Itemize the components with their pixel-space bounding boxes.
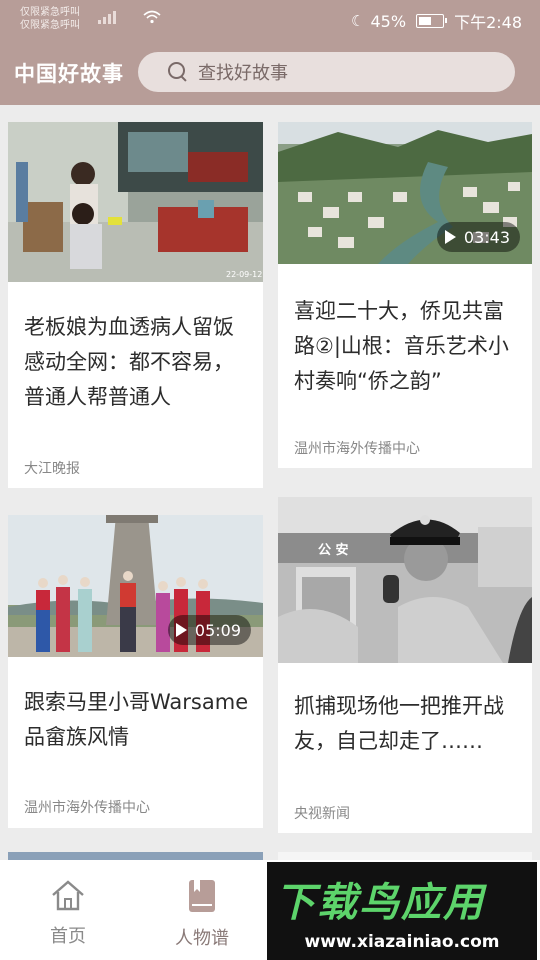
- carrier-text: 仅限紧急呼叫 仅限紧急呼叫: [20, 6, 80, 32]
- status-right: ☾ 45% 下午2:48: [351, 9, 522, 33]
- story-title: 跟索马里小哥Warsame品畲族风情: [24, 690, 249, 749]
- story-thumbnail: 03:43: [278, 122, 532, 264]
- carrier-line-2: 仅限紧急呼叫: [20, 20, 80, 31]
- watermark-url: www.xiazainiao.com: [304, 932, 500, 952]
- story-card[interactable]: 05:09 跟索马里小哥Warsame品畲族风情 温州市海外传播中心: [8, 515, 263, 828]
- play-icon: [444, 230, 456, 244]
- story-source: 大江晚报: [24, 461, 80, 477]
- home-icon: [52, 880, 84, 911]
- video-duration-badge: 03:43: [436, 222, 520, 252]
- story-card-partial[interactable]: [278, 852, 532, 860]
- image-sign-text: 公 安: [318, 542, 349, 558]
- story-source: 温州市海外传播中心: [24, 800, 150, 816]
- image-date-stamp: 22-09-12: [226, 270, 262, 279]
- battery-icon: [416, 14, 448, 28]
- play-icon: [175, 623, 187, 637]
- story-card[interactable]: 03:43 喜迎二十大，侨见共富路②|山根：音乐艺术小村奏响“侨之韵” 温州市海…: [278, 122, 532, 468]
- status-time: 下午2:48: [454, 13, 522, 32]
- search-icon: [168, 62, 188, 82]
- book-icon: [189, 880, 215, 912]
- search-bar[interactable]: 查找好故事: [138, 52, 515, 92]
- story-title: 抓捕现场他一把推开战友，自己却走了……: [294, 694, 504, 753]
- story-source: 温州市海外传播中心: [294, 441, 420, 457]
- video-duration: 05:09: [194, 620, 241, 640]
- story-card[interactable]: 22-09-12 老板娘为血透病人留饭感动全网：都不容易，普通人帮普通人 大江晚…: [8, 122, 263, 488]
- story-title: 老板娘为血透病人留饭感动全网：都不容易，普通人帮普通人: [24, 315, 234, 409]
- watermark-brand: 下载鸟应用: [275, 880, 485, 926]
- story-thumbnail: 22-09-12: [8, 122, 263, 282]
- battery-percent: 45%: [370, 11, 407, 31]
- story-title: 喜迎二十大，侨见共富路②|山根：音乐艺术小村奏响“侨之韵”: [294, 299, 509, 393]
- nav-label-home: 首页: [50, 926, 86, 947]
- video-duration-badge: 05:09: [167, 615, 251, 645]
- status-bar: 仅限紧急呼叫 仅限紧急呼叫 ☾ 45% 下午2:48: [0, 0, 540, 40]
- moon-icon: ☾: [351, 12, 365, 30]
- nav-item-home[interactable]: 首页: [28, 878, 108, 948]
- nav-label-people: 人物谱: [175, 928, 229, 949]
- wifi-icon: [143, 10, 161, 28]
- signal-icon: [98, 10, 120, 24]
- story-source: 央视新闻: [294, 806, 350, 822]
- story-thumbnail: 05:09: [8, 515, 263, 657]
- watermark-logo: 下载鸟应用 www.xiazainiao.com: [267, 862, 537, 960]
- carrier-line-1: 仅限紧急呼叫: [20, 7, 80, 18]
- search-placeholder: 查找好故事: [198, 63, 288, 84]
- app-title: 中国好故事: [14, 62, 124, 86]
- video-duration: 03:43: [463, 227, 510, 247]
- story-thumbnail: 公 安: [278, 497, 532, 663]
- story-card[interactable]: 公 安 抓捕现场他一把推开战友，自己却走了…… 央视新闻: [278, 497, 532, 833]
- story-card-partial[interactable]: [8, 852, 263, 860]
- nav-item-people[interactable]: 人物谱: [162, 878, 242, 950]
- app-header: 中国好故事 查找好故事: [0, 40, 540, 105]
